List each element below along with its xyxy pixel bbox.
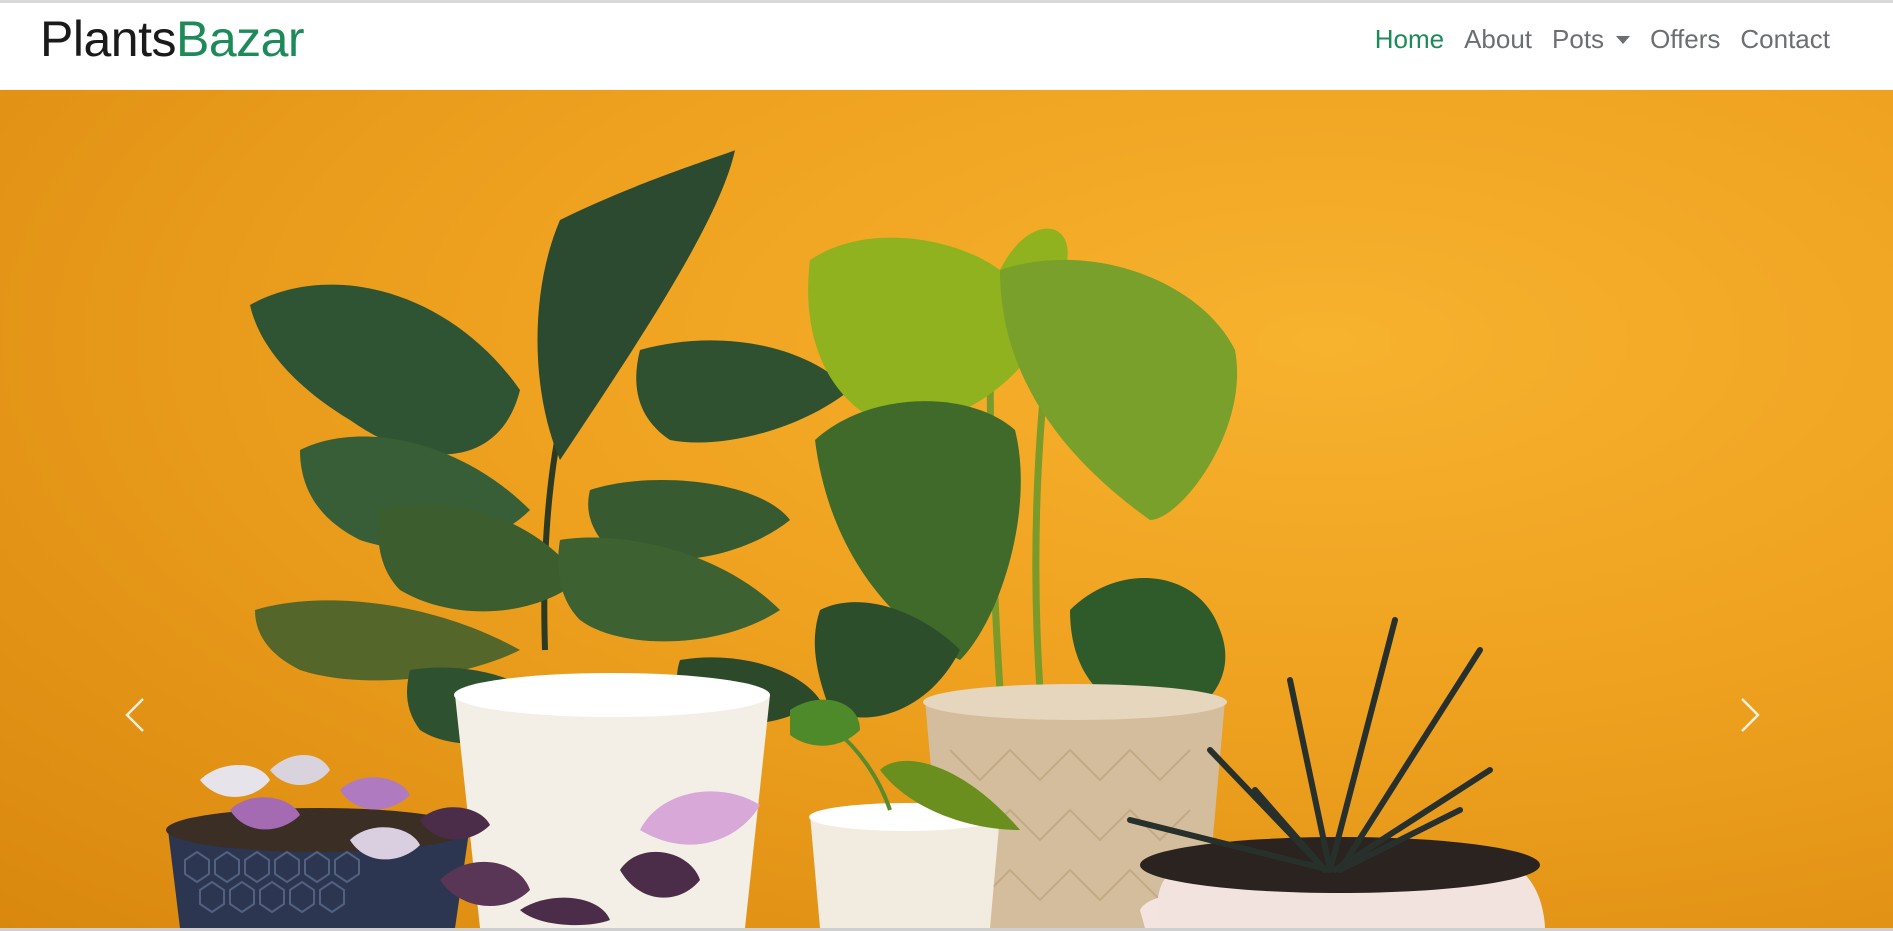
nav-home-link[interactable]: Home	[1365, 19, 1454, 59]
brand-name-accent: Bazar	[175, 11, 305, 67]
caret-down-icon	[1616, 36, 1631, 44]
nav-contact-link[interactable]: Contact	[1730, 19, 1840, 59]
nav-offers-label: Offers	[1650, 24, 1721, 54]
nav-about-label: About	[1464, 24, 1533, 54]
nav-home-label: Home	[1374, 24, 1445, 54]
plants-hero-image	[166, 150, 1545, 928]
brand-name-primary: Plants	[40, 11, 176, 67]
nav-pots-label: Pots	[1552, 24, 1605, 54]
nav-offers-link[interactable]: Offers	[1640, 19, 1730, 59]
brand-logo[interactable]: PlantsBazar	[40, 9, 305, 69]
fiddle-leaf-plant	[250, 150, 850, 744]
carousel-prev-button[interactable]	[105, 675, 165, 755]
monstera-plant	[808, 228, 1238, 720]
hero-carousel	[0, 90, 1893, 928]
nav-about-link[interactable]: About	[1454, 19, 1542, 59]
chevron-right-icon	[1741, 698, 1760, 732]
chevron-left-icon	[125, 698, 144, 732]
nav-contact-label: Contact	[1740, 24, 1830, 54]
navbar: PlantsBazar Home About Pots Offers Conta…	[0, 3, 1893, 89]
nav-pots-dropdown[interactable]: Pots	[1542, 19, 1640, 59]
main-nav: Home About Pots Offers Contact	[1365, 19, 1840, 59]
carousel-next-button[interactable]	[1720, 675, 1780, 755]
